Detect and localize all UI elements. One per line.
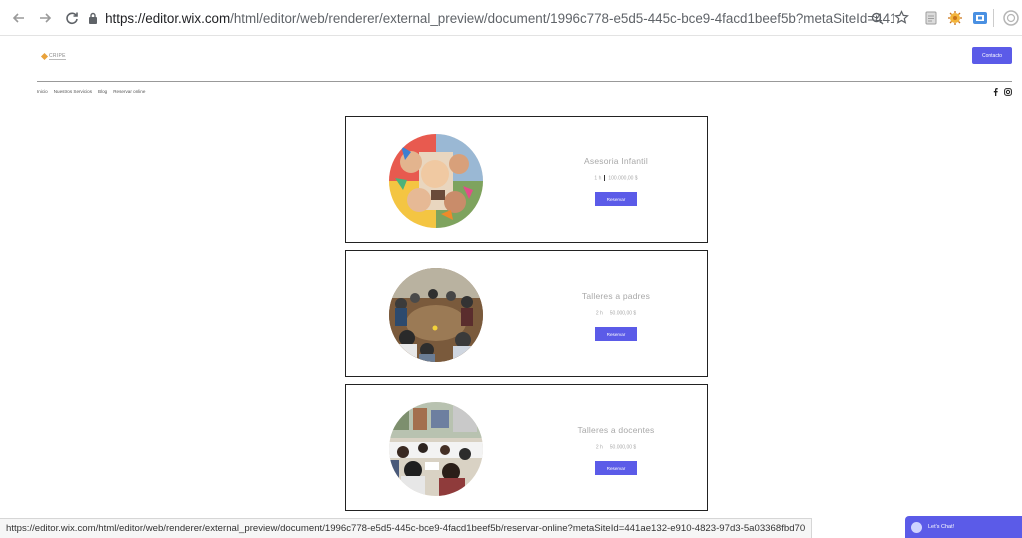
service-card: Talleres a docentes 2 h 50.000,00 $ Reser… [345, 384, 708, 511]
toolbar-divider [993, 9, 994, 27]
reserve-button[interactable]: Reservar [595, 192, 637, 206]
site-menu: Inicio Nuestros Servicios Blog Reservar … [37, 89, 145, 94]
facebook-icon[interactable] [993, 88, 998, 96]
service-title: Talleres a docentes [577, 425, 655, 435]
logo-text: CRIPE [49, 53, 66, 60]
service-card: Asesoria Infantil 1 h 100.000,00 $ Reserv… [345, 116, 708, 243]
reserve-button[interactable]: Reservar [595, 327, 637, 341]
status-url-bar: https://editor.wix.com/html/editor/web/r… [0, 518, 813, 538]
service-price: 50.000,00 $ [609, 310, 637, 317]
forward-icon[interactable] [32, 5, 58, 31]
lock-icon [87, 11, 99, 25]
url-text: https://editor.wix.com/html/editor/web/r… [105, 11, 894, 26]
service-image [389, 268, 483, 362]
service-meta: 1 h 100.000,00 $ [536, 175, 696, 181]
tab-extension-icon[interactable] [971, 9, 989, 27]
chat-icon [911, 521, 922, 533]
contact-button[interactable]: Contacto [972, 47, 1012, 64]
menu-item-reservar[interactable]: Reservar online [113, 89, 145, 94]
service-image [389, 402, 483, 496]
menu-item-servicios[interactable]: Nuestros Servicios [54, 89, 92, 94]
service-price: 50.000,00 $ [609, 444, 637, 451]
service-duration: 1 h [594, 175, 602, 182]
chat-label: Let's Chat! [928, 524, 955, 530]
meta-separator [606, 444, 607, 450]
service-title: Asesoria Infantil [584, 156, 648, 166]
doc-extension-icon[interactable] [922, 9, 940, 27]
reload-icon[interactable] [59, 5, 85, 31]
service-meta: 2 h 50.000,00 $ [536, 310, 696, 316]
service-title: Talleres a padres [581, 291, 651, 301]
service-price: 100.000,00 $ [608, 175, 638, 182]
instagram-icon[interactable] [1004, 88, 1012, 96]
social-links [993, 88, 1012, 96]
back-icon[interactable] [6, 5, 32, 31]
zoom-icon[interactable] [868, 9, 886, 27]
meta-separator [606, 310, 607, 316]
puzzle-extension-icon[interactable] [946, 9, 964, 27]
service-image [389, 134, 483, 228]
bookmark-star-icon[interactable] [892, 8, 910, 26]
meta-separator [604, 175, 606, 181]
service-duration: 2 h [595, 310, 603, 317]
profile-icon[interactable] [1002, 9, 1020, 27]
url-path: /html/editor/web/renderer/external_previ… [230, 10, 894, 26]
chat-widget[interactable]: Let's Chat! [905, 516, 1022, 538]
service-card: Talleres a padres 2 h 50.000,00 $ Reserva… [345, 250, 708, 377]
header-divider [37, 81, 1012, 82]
reserve-button[interactable]: Reservar [595, 461, 637, 475]
page-root: https://editor.wix.com/html/editor/web/r… [0, 0, 1022, 538]
menu-item-inicio[interactable]: Inicio [37, 89, 48, 94]
browser-toolbar: https://editor.wix.com/html/editor/web/r… [0, 0, 1022, 36]
menu-item-blog[interactable]: Blog [98, 89, 107, 94]
website-preview: CRIPE Contacto Inicio Nuestros Servicios… [0, 37, 1022, 538]
url-host: https://editor.wix.com [105, 10, 231, 26]
service-duration: 2 h [595, 444, 603, 451]
address-bar[interactable]: https://editor.wix.com/html/editor/web/r… [87, 5, 894, 31]
site-logo[interactable]: CRIPE [40, 52, 66, 61]
logo-mark-icon [40, 52, 49, 61]
service-meta: 2 h 50.000,00 $ [536, 444, 696, 450]
